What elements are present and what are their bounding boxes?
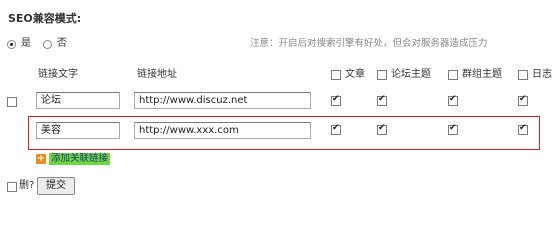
row-checkbox-blog[interactable] bbox=[518, 94, 528, 106]
seo-yes-label: 是 bbox=[21, 38, 31, 49]
header-label-forum-thread: 论坛主题 bbox=[391, 69, 431, 80]
row-checkbox-article[interactable] bbox=[331, 123, 341, 135]
header-checkbox-group-thread[interactable] bbox=[448, 70, 458, 80]
header-checkbox-article[interactable] bbox=[331, 70, 341, 80]
seo-mode-title: SEO兼容模式: bbox=[8, 12, 82, 25]
row-checkbox-blog[interactable] bbox=[518, 123, 528, 135]
row-checkbox-forum-thread[interactable] bbox=[377, 123, 387, 135]
header-label-blog: 日志 bbox=[532, 69, 552, 80]
submit-button[interactable]: 提交 bbox=[37, 177, 75, 195]
add-icon[interactable]: + bbox=[36, 154, 46, 164]
col-header-link-text: 链接文字 bbox=[38, 69, 78, 80]
header-label-group-thread: 群组主题 bbox=[462, 69, 502, 80]
row-checkbox-article[interactable] bbox=[331, 94, 341, 106]
link-text-input[interactable]: 论坛 bbox=[36, 92, 120, 109]
row-checkbox-group-thread[interactable] bbox=[448, 94, 458, 106]
col-header-link-url: 链接地址 bbox=[137, 69, 177, 80]
row-checkbox-group-thread[interactable] bbox=[448, 123, 458, 135]
seo-yes-radio[interactable] bbox=[7, 40, 16, 49]
header-checkbox-blog[interactable] bbox=[518, 70, 528, 80]
link-url-input[interactable]: http://www.xxx.com bbox=[134, 122, 311, 139]
seo-no-radio[interactable] bbox=[43, 40, 52, 49]
header-label-article: 文章 bbox=[345, 69, 365, 80]
link-text-input[interactable]: 美容 bbox=[36, 122, 120, 139]
link-url-input[interactable]: http://www.discuz.net bbox=[134, 92, 311, 109]
delete-checkbox[interactable] bbox=[7, 182, 17, 192]
seo-note: 注意：开启后对搜索引擎有好处，但会对服务器造成压力 bbox=[250, 38, 488, 49]
delete-label: 删? bbox=[19, 180, 35, 191]
header-checkbox-forum-thread[interactable] bbox=[377, 70, 387, 80]
add-link-button[interactable]: 添加关联链接 bbox=[49, 153, 111, 165]
row-delete-checkbox[interactable] bbox=[7, 97, 17, 107]
row-checkbox-forum-thread[interactable] bbox=[377, 94, 387, 106]
seo-no-label: 否 bbox=[57, 38, 67, 49]
